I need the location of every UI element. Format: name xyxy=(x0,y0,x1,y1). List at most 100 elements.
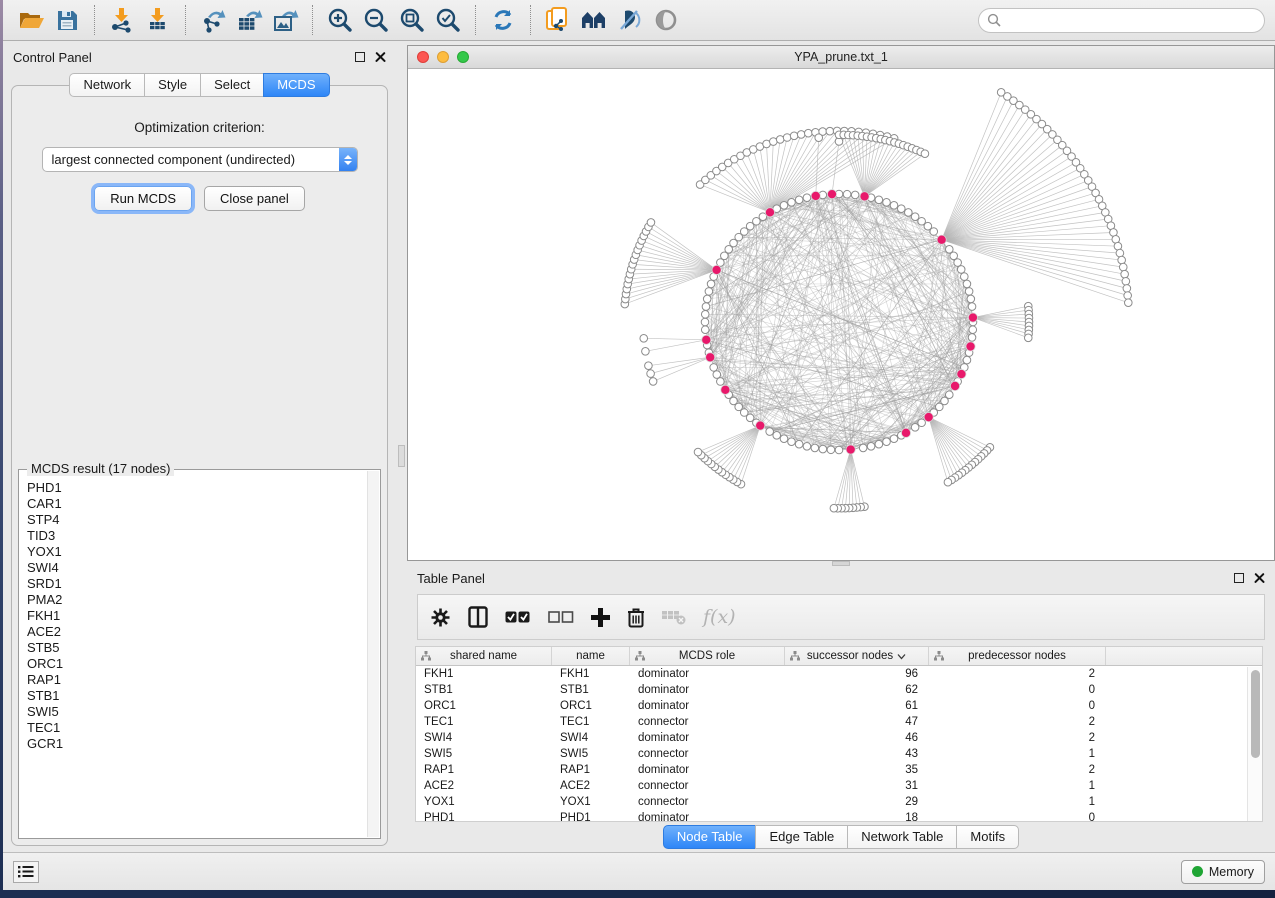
column-header-shared-name[interactable]: shared name xyxy=(416,647,552,665)
table-row[interactable]: ORC1ORC1dominator610 xyxy=(416,698,1262,714)
table-row[interactable]: ACE2ACE2connector311 xyxy=(416,778,1262,794)
table-scrollbar[interactable] xyxy=(1247,667,1262,821)
mcds-result-item[interactable]: STB1 xyxy=(23,688,366,704)
search-network-icon[interactable] xyxy=(576,4,612,36)
dominator-node[interactable] xyxy=(706,353,715,362)
memory-button[interactable]: Memory xyxy=(1181,860,1265,884)
mcds-result-item[interactable]: TID3 xyxy=(23,528,366,544)
run-mcds-button[interactable]: Run MCDS xyxy=(94,186,192,211)
select-all-icon[interactable] xyxy=(505,610,531,625)
close-panel-button[interactable]: Close panel xyxy=(204,186,305,211)
import-table-icon[interactable] xyxy=(140,4,176,36)
mcds-result-item[interactable]: SWI4 xyxy=(23,560,366,576)
show-details-icon[interactable] xyxy=(648,4,684,36)
export-image-icon[interactable] xyxy=(267,4,303,36)
mcds-result-item[interactable]: TEC1 xyxy=(23,720,366,736)
column-header-mcds-role[interactable]: MCDS role xyxy=(630,647,785,665)
table-row[interactable]: RAP1RAP1dominator352 xyxy=(416,762,1262,778)
table-row[interactable]: YOX1YOX1connector291 xyxy=(416,794,1262,810)
close-panel-icon[interactable] xyxy=(375,52,386,63)
mcds-result-item[interactable]: FKH1 xyxy=(23,608,366,624)
import-network-icon[interactable] xyxy=(104,4,140,36)
dominator-node[interactable] xyxy=(721,385,730,394)
hide-details-icon[interactable] xyxy=(612,4,648,36)
tab-network[interactable]: Network xyxy=(69,73,144,97)
column-header-predecessor-nodes[interactable]: predecessor nodes xyxy=(929,647,1106,665)
network-graph[interactable] xyxy=(408,69,1274,560)
show-columns-icon[interactable] xyxy=(468,606,488,628)
dominator-node[interactable] xyxy=(924,413,933,422)
table-row[interactable]: PHD1PHD1dominator180 xyxy=(416,810,1262,822)
dominator-node[interactable] xyxy=(901,428,910,437)
mcds-result-item[interactable]: STB5 xyxy=(23,640,366,656)
dominator-node[interactable] xyxy=(860,192,869,201)
search-input[interactable] xyxy=(1006,13,1256,27)
vertical-splitter[interactable] xyxy=(396,41,407,852)
global-search-field[interactable] xyxy=(978,8,1265,33)
table-tab-edge-table[interactable]: Edge Table xyxy=(755,825,847,849)
mcds-result-item[interactable]: ACE2 xyxy=(23,624,366,640)
mcds-result-item[interactable]: SRD1 xyxy=(23,576,366,592)
add-column-icon[interactable] xyxy=(591,608,610,627)
splitter-grip[interactable] xyxy=(832,561,850,566)
mcds-result-item[interactable]: PHD1 xyxy=(23,480,366,496)
table-row[interactable]: SWI5SWI5connector431 xyxy=(416,746,1262,762)
zoom-in-icon[interactable] xyxy=(322,4,358,36)
export-network-icon[interactable] xyxy=(195,4,231,36)
mcds-result-item[interactable]: RAP1 xyxy=(23,672,366,688)
network-canvas[interactable] xyxy=(408,69,1274,560)
dominator-node[interactable] xyxy=(827,190,836,199)
dominator-node[interactable] xyxy=(712,265,721,274)
mcds-result-item[interactable]: YOX1 xyxy=(23,544,366,560)
mcds-result-item[interactable]: STP4 xyxy=(23,512,366,528)
dominator-node[interactable] xyxy=(811,191,820,200)
tab-select[interactable]: Select xyxy=(200,73,263,97)
export-table-icon[interactable] xyxy=(231,4,267,36)
float-panel-icon[interactable] xyxy=(1234,573,1244,583)
dominator-node[interactable] xyxy=(846,445,855,454)
optimization-criterion-select[interactable]: largest connected component (undirected) xyxy=(42,147,358,172)
zoom-selected-icon[interactable] xyxy=(430,4,466,36)
column-header-name[interactable]: name xyxy=(552,647,630,665)
mcds-result-item[interactable]: GCR1 xyxy=(23,736,366,752)
delete-column-icon[interactable] xyxy=(627,607,645,628)
dominator-node[interactable] xyxy=(702,335,711,344)
dominator-node[interactable] xyxy=(966,342,975,351)
dominator-node[interactable] xyxy=(957,369,966,378)
mcds-result-item[interactable]: SWI5 xyxy=(23,704,366,720)
table-row[interactable]: STB1STB1dominator620 xyxy=(416,682,1262,698)
tab-mcds[interactable]: MCDS xyxy=(263,73,329,97)
column-header-successor-nodes[interactable]: successor nodes xyxy=(785,647,929,665)
table-tab-node-table[interactable]: Node Table xyxy=(663,825,756,849)
table-settings-icon[interactable] xyxy=(430,607,451,628)
dominator-node[interactable] xyxy=(950,381,959,390)
dominator-node[interactable] xyxy=(765,208,774,217)
table-tab-motifs[interactable]: Motifs xyxy=(956,825,1019,849)
scrollbar-thumb[interactable] xyxy=(1251,670,1260,758)
horizontal-splitter[interactable] xyxy=(407,561,1275,566)
show-task-history-button[interactable] xyxy=(13,861,39,883)
open-file-icon[interactable] xyxy=(13,4,49,36)
table-tab-network-table[interactable]: Network Table xyxy=(847,825,956,849)
network-from-file-icon[interactable] xyxy=(540,4,576,36)
mcds-result-item[interactable]: PMA2 xyxy=(23,592,366,608)
mcds-list-scrollbar[interactable] xyxy=(367,471,379,837)
mcds-result-item[interactable]: ORC1 xyxy=(23,656,366,672)
table-row[interactable]: SWI4SWI4dominator462 xyxy=(416,730,1262,746)
deselect-all-icon[interactable] xyxy=(548,610,574,625)
mcds-result-item[interactable]: CAR1 xyxy=(23,496,366,512)
table-row[interactable]: TEC1TEC1connector472 xyxy=(416,714,1262,730)
table-row[interactable]: FKH1FKH1dominator962 xyxy=(416,666,1262,682)
network-window-titlebar[interactable]: YPA_prune.txt_1 xyxy=(408,46,1274,69)
refresh-view-icon[interactable] xyxy=(485,4,521,36)
save-icon[interactable] xyxy=(49,4,85,36)
float-panel-icon[interactable] xyxy=(355,52,365,62)
splitter-grip[interactable] xyxy=(398,445,405,467)
dominator-node[interactable] xyxy=(756,421,765,430)
dominator-node[interactable] xyxy=(968,313,977,322)
dominator-node[interactable] xyxy=(937,235,946,244)
zoom-fit-icon[interactable] xyxy=(394,4,430,36)
mcds-result-list[interactable]: PHD1CAR1STP4TID3YOX1SWI4SRD1PMA2FKH1ACE2… xyxy=(23,480,366,836)
zoom-out-icon[interactable] xyxy=(358,4,394,36)
tab-style[interactable]: Style xyxy=(144,73,200,97)
